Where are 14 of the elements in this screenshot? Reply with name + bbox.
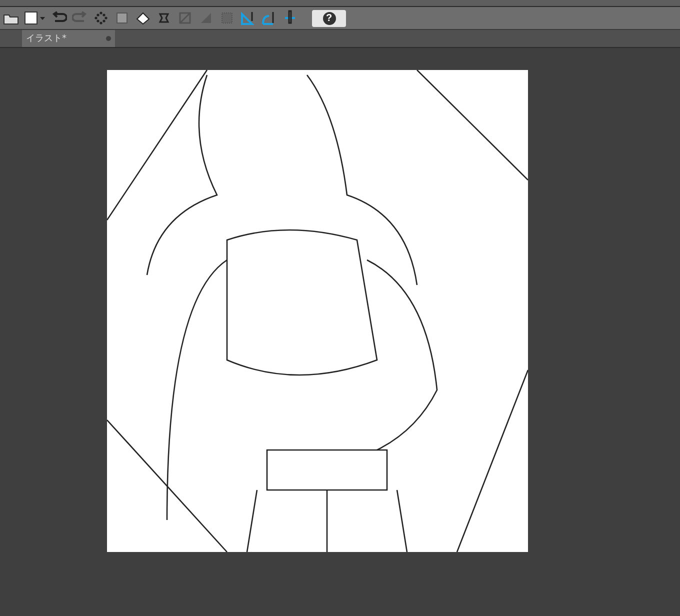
pen-icon	[284, 10, 296, 26]
redo-icon	[72, 11, 88, 25]
document-tab[interactable]: イラスト*	[22, 30, 115, 47]
square-icon	[115, 11, 129, 25]
help-icon: ?	[322, 12, 336, 24]
dots-icon	[94, 11, 108, 25]
help-button[interactable]: ?	[312, 10, 346, 26]
toolbar-button[interactable]	[23, 9, 47, 27]
undo-icon	[51, 11, 67, 25]
document-icon	[24, 11, 46, 25]
curve-pen-icon	[262, 10, 276, 26]
ruler-pen-icon	[241, 10, 255, 26]
grid-icon	[220, 11, 234, 25]
close-dot-icon[interactable]	[106, 36, 111, 41]
